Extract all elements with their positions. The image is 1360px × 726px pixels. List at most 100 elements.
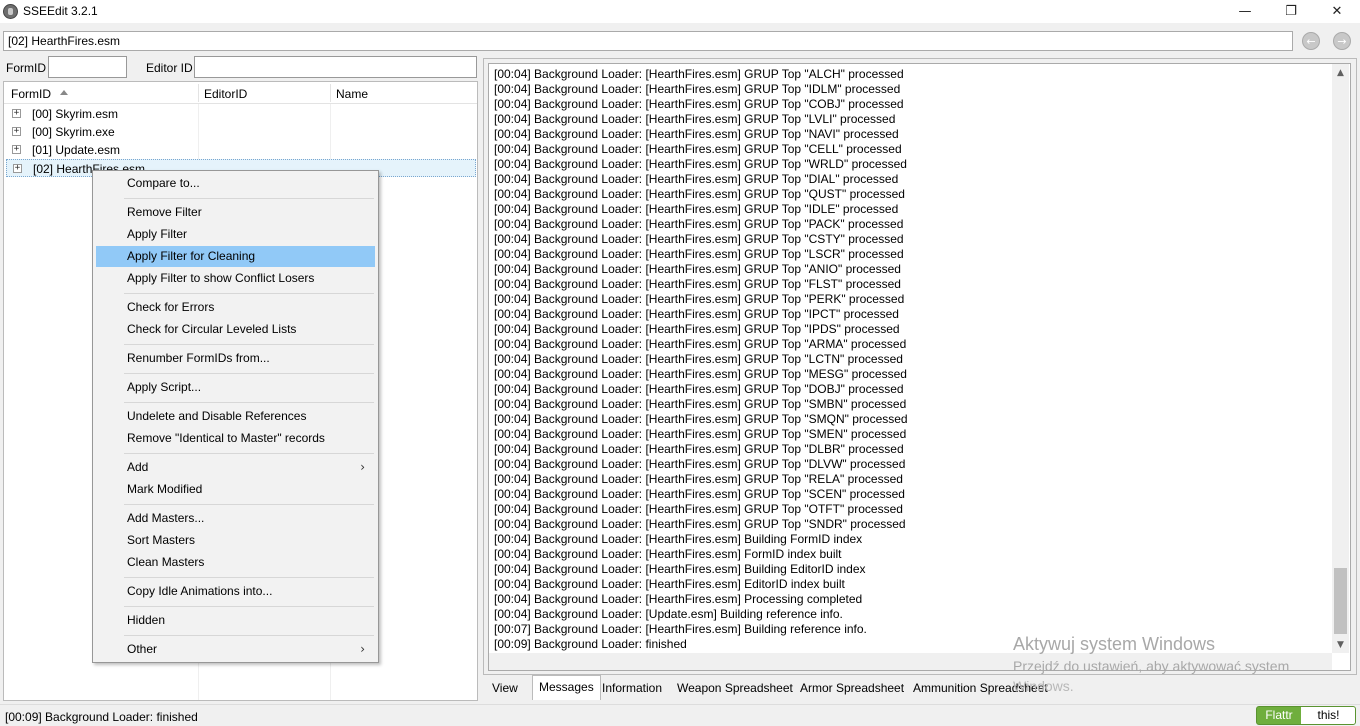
tree-row-label: [00] Skyrim.esm <box>32 107 119 121</box>
menu-item-remove-itm[interactable]: Remove "Identical to Master" records <box>96 428 375 449</box>
message-line: [00:04] Background Loader: [HearthFires.… <box>494 442 904 456</box>
messages-list: [00:04] Background Loader: [HearthFires.… <box>494 67 908 652</box>
message-line: [00:04] Background Loader: [HearthFires.… <box>494 172 899 186</box>
column-divider[interactable] <box>198 84 199 102</box>
context-menu: Compare to... Remove Filter Apply Filter… <box>92 170 379 663</box>
maximize-button[interactable]: ❐ <box>1268 0 1314 23</box>
back-arrow-icon[interactable]: ← <box>1302 32 1320 50</box>
menu-item-check-errors[interactable]: Check for Errors <box>96 297 375 318</box>
expand-plus-icon[interactable]: + <box>12 127 21 136</box>
message-line: [00:04] Background Loader: [HearthFires.… <box>494 517 906 531</box>
vertical-scrollbar[interactable]: ▲ ▼ <box>1332 64 1349 653</box>
menu-item-renumber-formids[interactable]: Renumber FormIDs from... <box>96 348 375 369</box>
submenu-arrow-icon: › <box>360 460 365 474</box>
menu-item-label: Undelete and Disable References <box>127 409 307 423</box>
title-bar: SSEEdit 3.2.1 — ❐ ✕ <box>0 0 1360 23</box>
menu-item-apply-script[interactable]: Apply Script... <box>96 377 375 398</box>
tab-view[interactable]: View <box>485 676 525 699</box>
app-icon <box>3 4 18 19</box>
message-line: [00:04] Background Loader: [HearthFires.… <box>494 157 907 171</box>
menu-item-label: Apply Filter for Cleaning <box>127 249 256 263</box>
menu-separator <box>124 402 374 403</box>
message-line: [00:04] Background Loader: [HearthFires.… <box>494 82 901 96</box>
menu-item-compare-to[interactable]: Compare to... <box>96 173 375 194</box>
editorid-input[interactable] <box>194 56 477 78</box>
message-line: [00:04] Background Loader: [HearthFires.… <box>494 112 896 126</box>
menu-item-clean-masters[interactable]: Clean Masters <box>96 552 375 573</box>
message-line: [00:04] Background Loader: [HearthFires.… <box>494 532 863 546</box>
scroll-up-icon[interactable]: ▲ <box>1332 64 1349 81</box>
activation-watermark-text: Przejdź do ustawień, aby aktywować syste… <box>1013 658 1290 674</box>
message-line: [00:04] Background Loader: [HearthFires.… <box>494 142 902 156</box>
tree-row-label: [00] Skyrim.exe <box>32 125 115 139</box>
status-bar: [00:09] Background Loader: finished <box>0 704 1360 726</box>
menu-item-label: Remove "Identical to Master" records <box>127 431 325 445</box>
close-button[interactable]: ✕ <box>1314 0 1360 23</box>
menu-item-sort-masters[interactable]: Sort Masters <box>96 530 375 551</box>
menu-item-label: Apply Filter to show Conflict Losers <box>127 271 315 285</box>
message-line: [00:04] Background Loader: [HearthFires.… <box>494 127 899 141</box>
message-line: [00:04] Background Loader: [HearthFires.… <box>494 412 908 426</box>
formid-input[interactable] <box>48 56 127 78</box>
message-line: [00:04] Background Loader: [HearthFires.… <box>494 67 904 81</box>
sort-ascending-icon <box>60 90 68 95</box>
message-line: [00:04] Background Loader: [HearthFires.… <box>494 352 903 366</box>
menu-item-label: Other <box>127 642 158 656</box>
menu-item-mark-modified[interactable]: Mark Modified <box>96 479 375 500</box>
menu-item-label: Add Masters... <box>127 511 205 525</box>
menu-item-remove-filter[interactable]: Remove Filter <box>96 202 375 223</box>
flattr-button[interactable]: Flattr this! <box>1256 706 1356 725</box>
menu-item-apply-filter-conflict-losers[interactable]: Apply Filter to show Conflict Losers <box>96 268 375 289</box>
menu-item-undelete-disable[interactable]: Undelete and Disable References <box>96 406 375 427</box>
menu-item-other[interactable]: Other › <box>96 639 375 660</box>
tab-information[interactable]: Information <box>595 676 669 699</box>
menu-separator <box>124 293 374 294</box>
expand-plus-icon[interactable]: + <box>12 145 21 154</box>
menu-item-apply-filter-cleaning[interactable]: Apply Filter for Cleaning <box>96 246 375 267</box>
menu-item-label: Apply Script... <box>127 380 202 394</box>
tab-messages[interactable]: Messages <box>532 675 601 700</box>
message-line: [00:04] Background Loader: [HearthFires.… <box>494 502 903 516</box>
messages-log[interactable]: [00:04] Background Loader: [HearthFires.… <box>488 63 1351 671</box>
menu-separator <box>124 344 374 345</box>
message-line: [00:07] Background Loader: [HearthFires.… <box>494 622 867 636</box>
status-text: [00:09] Background Loader: finished <box>5 710 198 724</box>
tab-weapon-spreadsheet[interactable]: Weapon Spreadsheet <box>670 676 800 699</box>
menu-item-label: Mark Modified <box>127 482 203 496</box>
message-line: [00:04] Background Loader: [HearthFires.… <box>494 232 904 246</box>
menu-separator <box>124 453 374 454</box>
message-line: [00:04] Background Loader: [HearthFires.… <box>494 397 907 411</box>
menu-separator <box>124 198 374 199</box>
message-line: [00:04] Background Loader: [HearthFires.… <box>494 202 899 216</box>
column-header-formid[interactable]: FormID <box>11 87 51 101</box>
menu-item-apply-filter[interactable]: Apply Filter <box>96 224 375 245</box>
message-line: [00:04] Background Loader: [HearthFires.… <box>494 262 901 276</box>
column-divider[interactable] <box>330 84 331 102</box>
message-line: [00:04] Background Loader: [HearthFires.… <box>494 487 905 501</box>
message-line: [00:04] Background Loader: [HearthFires.… <box>494 292 905 306</box>
menu-item-label: Hidden <box>127 613 166 627</box>
tree-row[interactable]: + [00] Skyrim.esm <box>6 105 476 123</box>
scrollbar-thumb[interactable] <box>1334 568 1347 634</box>
minimize-button[interactable]: — <box>1222 0 1268 23</box>
forward-arrow-icon[interactable]: → <box>1333 32 1351 50</box>
menu-item-check-circular-lists[interactable]: Check for Circular Leveled Lists <box>96 319 375 340</box>
menu-item-add-masters[interactable]: Add Masters... <box>96 508 375 529</box>
menu-separator <box>124 373 374 374</box>
tree-row[interactable]: + [01] Update.esm <box>6 141 476 159</box>
column-header-editorid[interactable]: EditorID <box>204 87 247 101</box>
expand-plus-icon[interactable]: + <box>12 109 21 118</box>
message-line: [00:04] Background Loader: [HearthFires.… <box>494 472 903 486</box>
expand-plus-icon[interactable]: + <box>13 164 22 173</box>
editorid-label: Editor ID <box>146 61 193 75</box>
flattr-label: Flattr <box>1265 708 1293 722</box>
scroll-down-icon[interactable]: ▼ <box>1332 636 1349 653</box>
path-field[interactable]: [02] HearthFires.esm <box>3 31 1293 51</box>
menu-item-add[interactable]: Add › <box>96 457 375 478</box>
column-header-name[interactable]: Name <box>336 87 368 101</box>
menu-item-hidden[interactable]: Hidden <box>96 610 375 631</box>
message-line: [00:04] Background Loader: [HearthFires.… <box>494 97 904 111</box>
tab-armor-spreadsheet[interactable]: Armor Spreadsheet <box>793 676 911 699</box>
menu-item-copy-idle-animations[interactable]: Copy Idle Animations into... <box>96 581 375 602</box>
tree-row[interactable]: + [00] Skyrim.exe <box>6 123 476 141</box>
